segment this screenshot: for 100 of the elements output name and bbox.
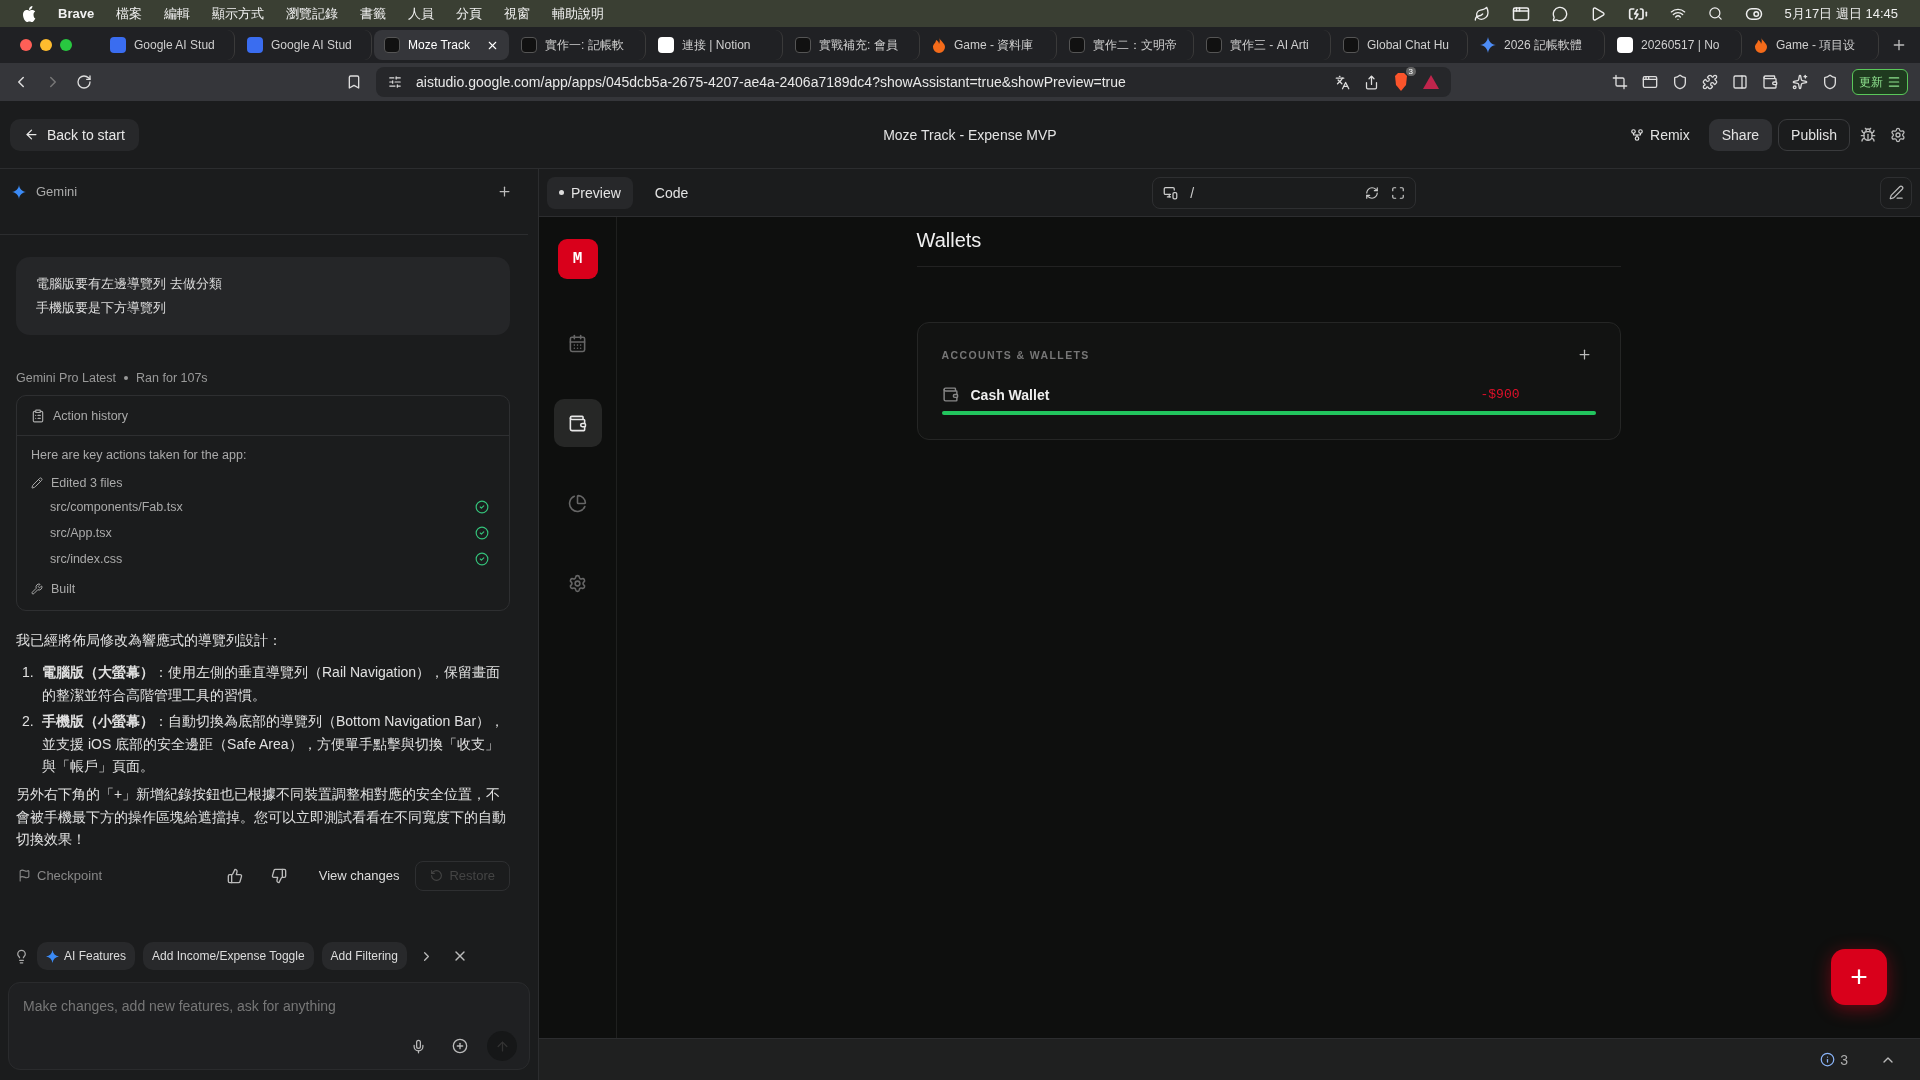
reload-icon bbox=[76, 74, 92, 90]
menu-item[interactable]: 編輯 bbox=[164, 4, 191, 23]
back-button[interactable]: Back to start bbox=[10, 118, 139, 151]
wallet-name: Cash Wallet bbox=[970, 386, 1051, 403]
menu-item[interactable]: 書籤 bbox=[360, 4, 387, 23]
notion-icon bbox=[1617, 37, 1633, 53]
model-name: Gemini Pro Latest bbox=[16, 371, 117, 385]
shields-count: 3 bbox=[1405, 67, 1416, 76]
suggestion-chip[interactable]: AI Features bbox=[37, 942, 136, 970]
sidebar-icon bbox=[1732, 74, 1748, 90]
list-number: 2. bbox=[22, 712, 35, 732]
prompt-field[interactable]: Make changes, add new features, ask for anything bbox=[21, 997, 517, 1015]
plus-circle-icon bbox=[452, 1038, 468, 1054]
clock: 5月17日 週日 14:45 bbox=[1784, 4, 1898, 23]
response-point: 手機版（小螢幕）：自動切換為底部的導覽列（Bottom Navigation Bar），並支援 iOS 底部的安全邊距（Safe Area），方便單手點擊與切換「收支」與「帳戶」頁面。 bbox=[42, 712, 506, 776]
page-title: Wallets bbox=[916, 229, 1621, 267]
browser-tab[interactable]: 實戰補充: 會員 bbox=[785, 30, 920, 60]
wallet-icon bbox=[941, 386, 959, 403]
status-icon bbox=[1473, 5, 1490, 22]
wallet-nav-button[interactable] bbox=[553, 399, 602, 447]
lion-shield-icon[interactable] bbox=[1393, 73, 1409, 91]
section-title: ACCOUNTS & WALLETS bbox=[941, 348, 1090, 361]
flame-icon bbox=[1754, 37, 1768, 53]
path-field[interactable]: / bbox=[1152, 176, 1417, 209]
suggestion-chip[interactable]: Add Filtering bbox=[321, 942, 407, 970]
app-icon bbox=[384, 37, 400, 53]
device-icon bbox=[1163, 185, 1179, 200]
undo-icon bbox=[430, 869, 444, 882]
browser-tab[interactable]: 實作一: 記帳軟 bbox=[511, 30, 646, 60]
app-icon bbox=[1069, 37, 1085, 53]
browser-tab[interactable]: Global Chat Hu bbox=[1333, 30, 1468, 60]
browser-tab[interactable]: 20260517 | No bbox=[1607, 30, 1742, 60]
remix-button[interactable]: Remix bbox=[1617, 118, 1703, 151]
window-icon bbox=[1642, 74, 1658, 90]
menu-item[interactable]: 分頁 bbox=[456, 4, 483, 23]
plus-icon bbox=[1576, 347, 1592, 362]
browser-tab[interactable]: 實作二：文明帝 bbox=[1059, 30, 1194, 60]
plus-icon bbox=[497, 184, 512, 199]
menu-item[interactable]: 人員 bbox=[408, 4, 435, 23]
user-message: 電腦版要有左邊導覽列 去做分類 手機版要是下方導覽列 bbox=[16, 257, 510, 335]
apple-icon[interactable] bbox=[22, 5, 36, 22]
new-tab-icon bbox=[1891, 37, 1907, 53]
add-record-button[interactable]: + bbox=[1831, 949, 1887, 1005]
minimize-window-icon[interactable] bbox=[40, 39, 52, 51]
wallet-icon bbox=[1762, 74, 1778, 90]
app-menu[interactable]: Brave bbox=[58, 6, 95, 21]
run-time: Ran for 107s bbox=[136, 371, 208, 385]
view-changes-button[interactable]: View changes bbox=[316, 866, 402, 885]
file-path: src/components/Fab.tsx bbox=[50, 500, 183, 514]
project-title: Moze Track - Expense MVP bbox=[882, 126, 1058, 143]
menu-item[interactable]: 輔助說明 bbox=[552, 4, 605, 23]
ai-studio-icon bbox=[110, 37, 126, 53]
address-bar[interactable]: aistudio.google.com/app/apps/045dcb5a-2675-4207-ae4a-2406a7189dc4?showAssistant=true&showPreview=true 3 bbox=[376, 67, 1451, 97]
site-settings-icon bbox=[388, 75, 402, 89]
menu-item[interactable]: 視窗 bbox=[504, 4, 531, 23]
share-button[interactable]: Share bbox=[1708, 118, 1773, 151]
zoom-window-icon[interactable] bbox=[60, 39, 72, 51]
view-tab[interactable]: Preview bbox=[547, 176, 633, 209]
browser-tab[interactable]: 2026 記帳軟體 bbox=[1470, 30, 1605, 60]
checkpoint-button[interactable]: Checkpoint bbox=[16, 866, 105, 885]
ai-icon bbox=[1792, 74, 1808, 90]
view-tab[interactable]: Code bbox=[642, 176, 701, 209]
suggestion-chip[interactable]: Add Income/Expense Toggle bbox=[143, 942, 314, 970]
menu-item[interactable]: 瀏覽記錄 bbox=[286, 4, 339, 23]
sparkle-icon bbox=[12, 184, 26, 199]
app-icon bbox=[521, 37, 537, 53]
microphone-icon bbox=[410, 1038, 426, 1054]
pencil-icon bbox=[31, 477, 43, 489]
browser-tab[interactable]: 連接 | Notion bbox=[648, 30, 783, 60]
info-icon bbox=[1820, 1052, 1836, 1067]
browser-tab[interactable]: Google AI Stud bbox=[237, 30, 372, 60]
publish-button[interactable]: Publish bbox=[1778, 118, 1850, 151]
wrench-icon bbox=[31, 583, 43, 595]
fullscreen-icon bbox=[1391, 185, 1406, 200]
response-text: 另外右下角的「+」新增紀錄按鈕也已根據不同裝置調整相對應的安全位置，不會被手機最下方的操作區塊給遮擋掉。您可以立即測試看看在不同寬度下的自動切換效果！ bbox=[16, 785, 507, 850]
response-text: 我已經將佈局修改為響應式的導覽列設計： bbox=[16, 631, 283, 650]
bookmark-icon bbox=[346, 74, 362, 90]
browser-tab[interactable]: Google AI Stud bbox=[100, 30, 235, 60]
browser-tab[interactable]: Game - 資料庫 bbox=[922, 30, 1057, 60]
browser-tab[interactable]: 實作三 - AI Arti bbox=[1196, 30, 1331, 60]
close-window-icon[interactable] bbox=[20, 39, 32, 51]
pen-icon bbox=[1888, 185, 1904, 200]
settings-icon bbox=[1890, 126, 1906, 143]
translate-icon bbox=[1335, 74, 1350, 90]
triangle-icon[interactable] bbox=[1423, 75, 1439, 89]
annotate-button[interactable] bbox=[1880, 176, 1912, 209]
menu-item[interactable]: 檔案 bbox=[116, 4, 143, 23]
vpn-icon bbox=[1822, 74, 1838, 90]
issues-button[interactable]: 3 bbox=[1814, 1050, 1854, 1069]
app-icon bbox=[795, 37, 811, 53]
history-icon bbox=[31, 408, 45, 423]
flag-icon bbox=[18, 869, 31, 882]
screen-share-icon bbox=[1511, 4, 1530, 23]
screenshot-icon bbox=[1612, 74, 1628, 90]
browser-tab[interactable]: Moze Track bbox=[374, 30, 509, 60]
settings-icon bbox=[568, 573, 587, 593]
browser-tab[interactable]: Game - 項目设 bbox=[1744, 30, 1879, 60]
menu-item[interactable]: 顯示方式 bbox=[212, 4, 265, 23]
update-button[interactable]: 更新 bbox=[1852, 69, 1908, 95]
wallet-icon bbox=[568, 413, 587, 433]
